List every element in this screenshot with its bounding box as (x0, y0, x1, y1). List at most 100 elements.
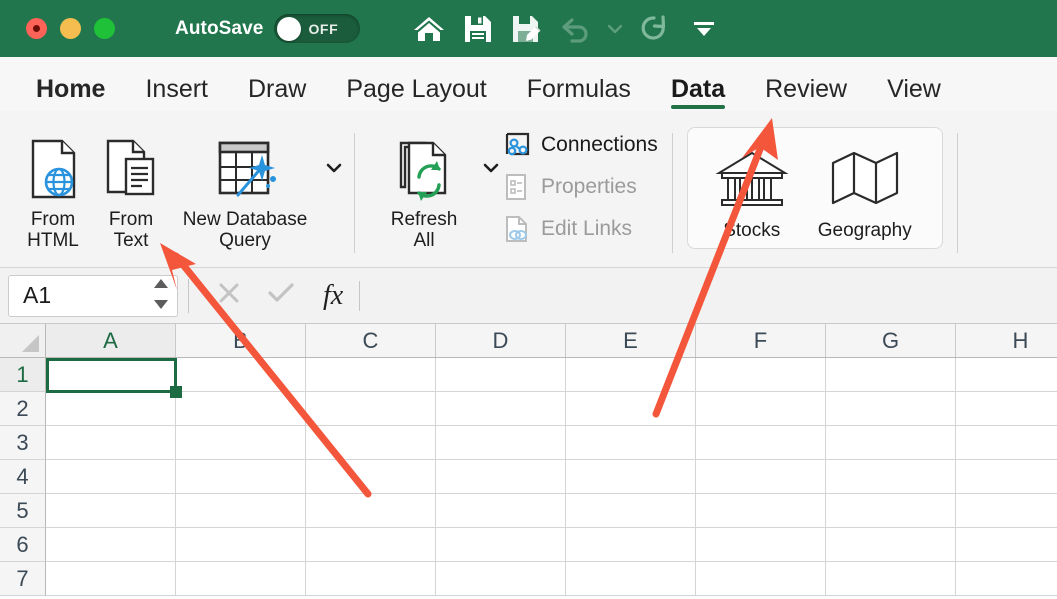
grid-cell-a2[interactable] (46, 392, 176, 426)
grid-cell-d7[interactable] (436, 562, 566, 596)
undo-button[interactable] (551, 6, 600, 52)
grid-cell-a3[interactable] (46, 426, 176, 460)
grid-cell-h7[interactable] (956, 562, 1057, 596)
redo-button[interactable] (630, 6, 679, 52)
save-button[interactable] (453, 6, 502, 52)
grid-cell-h6[interactable] (956, 528, 1057, 562)
row-header-5[interactable]: 5 (0, 494, 46, 528)
grid-cell-d1[interactable] (436, 358, 566, 392)
grid-cell-h4[interactable] (956, 460, 1057, 494)
grid-cell-d2[interactable] (436, 392, 566, 426)
grid-cell-f5[interactable] (696, 494, 826, 528)
grid-cell-f7[interactable] (696, 562, 826, 596)
tab-page-layout[interactable]: Page Layout (326, 77, 506, 111)
grid-cell-g5[interactable] (826, 494, 956, 528)
formula-input[interactable] (360, 275, 1057, 316)
grid-cell-g3[interactable] (826, 426, 956, 460)
grid-cell-a4[interactable] (46, 460, 176, 494)
grid-cell-a6[interactable] (46, 528, 176, 562)
column-header-h[interactable]: H (956, 324, 1057, 357)
column-header-b[interactable]: B (176, 324, 306, 357)
tab-data[interactable]: Data (651, 77, 745, 111)
grid-cell-a5[interactable] (46, 494, 176, 528)
tab-formulas[interactable]: Formulas (507, 77, 651, 111)
grid-cell-c6[interactable] (306, 528, 436, 562)
column-header-e[interactable]: E (566, 324, 696, 357)
column-header-g[interactable]: G (826, 324, 956, 357)
grid-cell-f1[interactable] (696, 358, 826, 392)
grid-cell-f6[interactable] (696, 528, 826, 562)
row-header-6[interactable]: 6 (0, 528, 46, 562)
grid-cell-e2[interactable] (566, 392, 696, 426)
grid-cell-e5[interactable] (566, 494, 696, 528)
grid-cell-b2[interactable] (176, 392, 306, 426)
grid-cell-f4[interactable] (696, 460, 826, 494)
grid-cell-b1[interactable] (176, 358, 306, 392)
tab-view[interactable]: View (867, 77, 961, 111)
grid-cell-h2[interactable] (956, 392, 1057, 426)
customize-toolbar-button[interactable] (679, 6, 728, 52)
grid-cell-b3[interactable] (176, 426, 306, 460)
tab-home[interactable]: Home (16, 77, 125, 111)
grid-cell-d3[interactable] (436, 426, 566, 460)
grid-cell-b6[interactable] (176, 528, 306, 562)
row-header-4[interactable]: 4 (0, 460, 46, 494)
grid-cell-c3[interactable] (306, 426, 436, 460)
refresh-all-dropdown[interactable] (481, 161, 501, 180)
confirm-entry-button[interactable] (255, 280, 307, 311)
grid-cell-e6[interactable] (566, 528, 696, 562)
autosave-control[interactable]: AutoSave OFF (175, 14, 361, 43)
grid-cell-f2[interactable] (696, 392, 826, 426)
name-box[interactable]: A1 (8, 274, 178, 317)
grid-cell-c2[interactable] (306, 392, 436, 426)
grid-cell-e4[interactable] (566, 460, 696, 494)
grid-cell-g1[interactable] (826, 358, 956, 392)
new-database-query-button[interactable]: New Database Query (170, 119, 320, 252)
autosave-toggle[interactable]: OFF (274, 14, 361, 43)
from-text-button[interactable]: From Text (92, 119, 170, 252)
edit-links-button[interactable]: Edit Links (501, 208, 666, 250)
grid-cell-d4[interactable] (436, 460, 566, 494)
row-header-3[interactable]: 3 (0, 426, 46, 460)
grid-cell-h3[interactable] (956, 426, 1057, 460)
zoom-window-button[interactable] (94, 18, 115, 39)
grid-cell-b4[interactable] (176, 460, 306, 494)
spinner-up-icon[interactable] (153, 276, 169, 294)
grid-cell-h5[interactable] (956, 494, 1057, 528)
from-html-button[interactable]: From HTML (14, 119, 92, 252)
column-header-a[interactable]: A (46, 324, 176, 357)
grid-cell-e3[interactable] (566, 426, 696, 460)
close-window-button[interactable] (26, 18, 47, 39)
grid-cell-g4[interactable] (826, 460, 956, 494)
grid-cell-g6[interactable] (826, 528, 956, 562)
tab-insert[interactable]: Insert (125, 77, 228, 111)
grid-cell-b5[interactable] (176, 494, 306, 528)
grid-cell-c1[interactable] (306, 358, 436, 392)
column-header-f[interactable]: F (696, 324, 826, 357)
select-all-corner[interactable] (0, 324, 46, 357)
grid-cell-c5[interactable] (306, 494, 436, 528)
column-header-c[interactable]: C (306, 324, 436, 357)
grid-cell-c4[interactable] (306, 460, 436, 494)
connections-button[interactable]: Connections (501, 124, 666, 166)
row-header-2[interactable]: 2 (0, 392, 46, 426)
row-header-1[interactable]: 1 (0, 358, 46, 392)
tab-draw[interactable]: Draw (228, 77, 326, 111)
cancel-entry-button[interactable] (203, 280, 255, 311)
grid-cell-h1[interactable] (956, 358, 1057, 392)
name-box-spinner[interactable] (153, 276, 169, 315)
grid-cell-d5[interactable] (436, 494, 566, 528)
grid-cell-c7[interactable] (306, 562, 436, 596)
grid-cell-e1[interactable] (566, 358, 696, 392)
grid-cell-b7[interactable] (176, 562, 306, 596)
save-as-button[interactable] (502, 6, 551, 52)
new-database-query-dropdown[interactable] (324, 161, 344, 180)
grid-cell-g2[interactable] (826, 392, 956, 426)
grid-cell-e7[interactable] (566, 562, 696, 596)
refresh-all-button[interactable]: Refresh All (371, 119, 477, 252)
minimize-window-button[interactable] (60, 18, 81, 39)
row-header-7[interactable]: 7 (0, 562, 46, 596)
home-button[interactable] (404, 6, 453, 52)
tab-review[interactable]: Review (745, 77, 867, 111)
spinner-down-icon[interactable] (153, 297, 169, 315)
